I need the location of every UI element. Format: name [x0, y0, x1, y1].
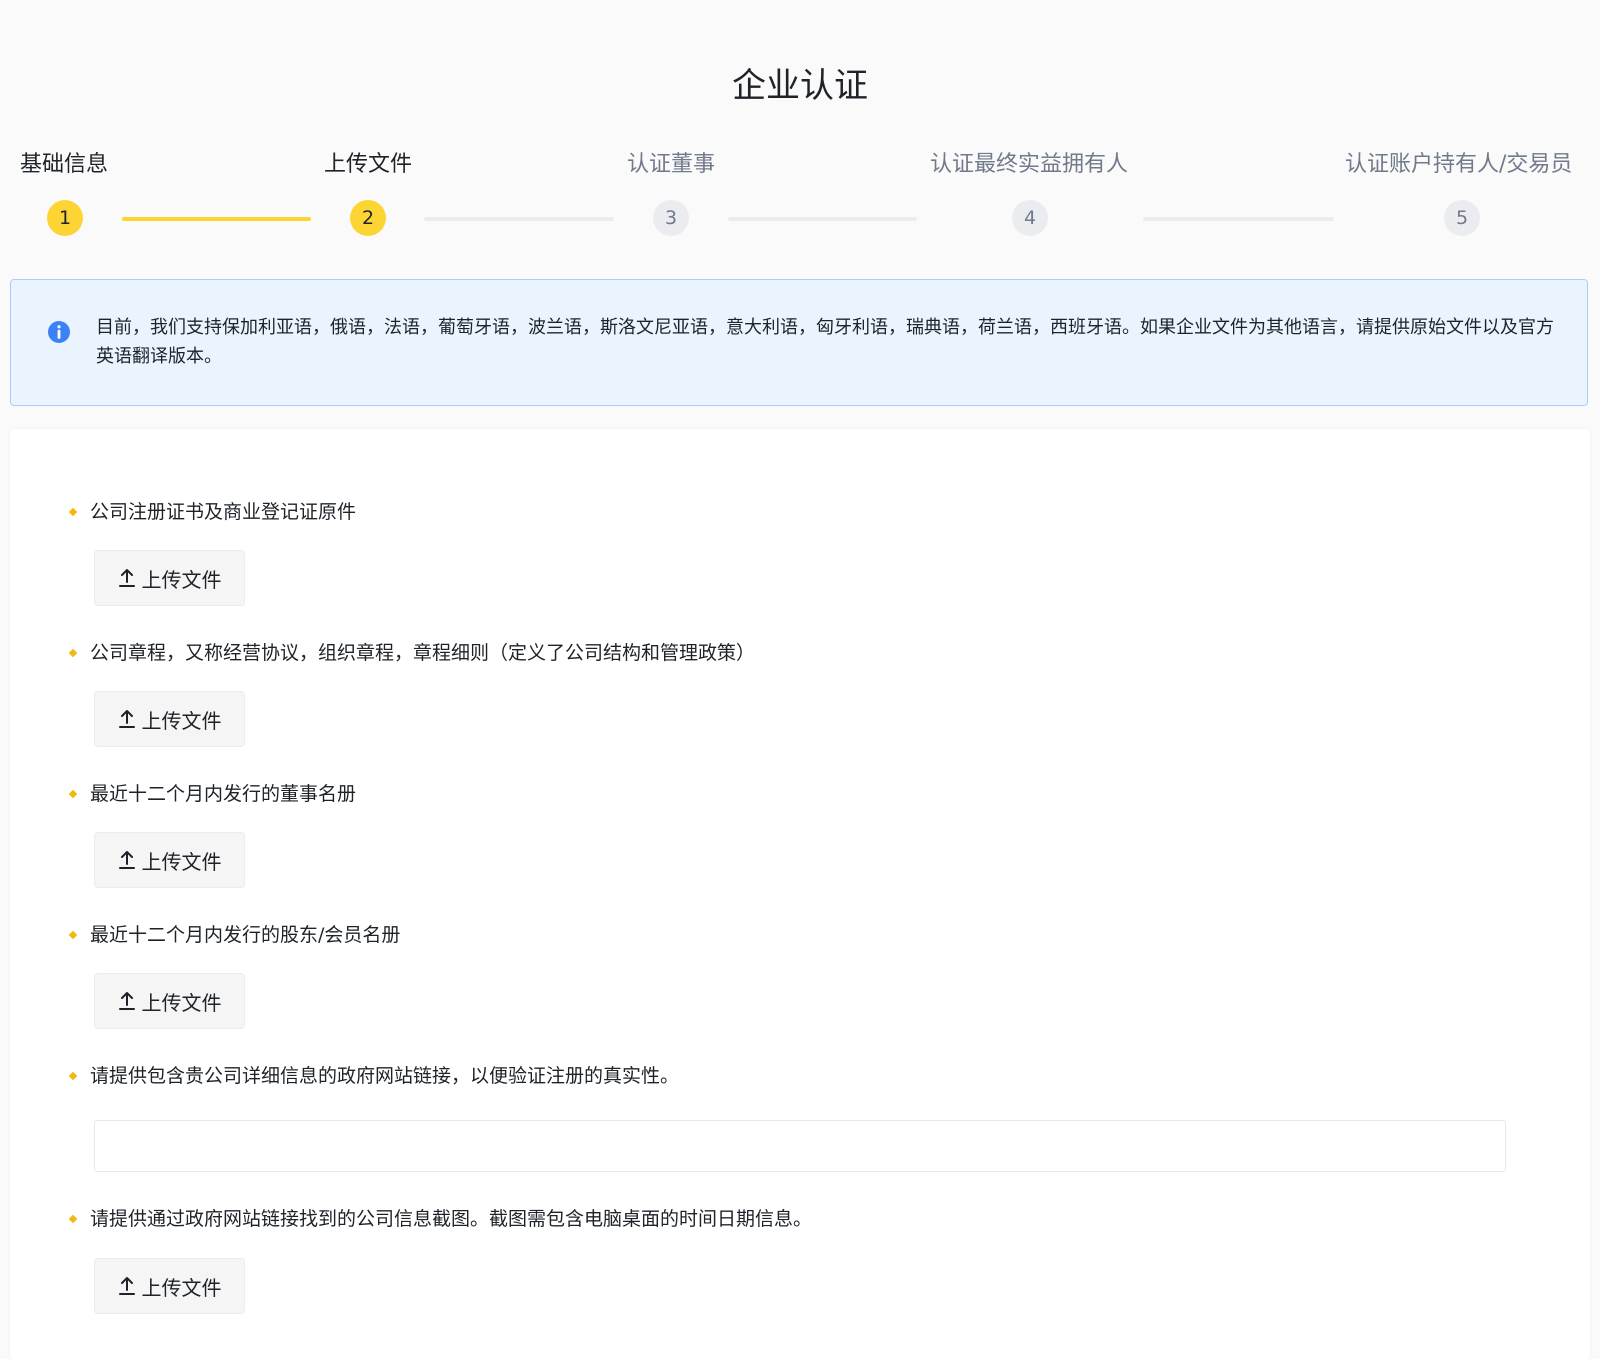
upload-icon [118, 851, 135, 869]
upload-icon [118, 710, 135, 728]
field-label-text: 请提供包含贵公司详细信息的政府网站链接，以便验证注册的真实性。 [90, 1065, 680, 1087]
upload-icon [118, 1277, 135, 1295]
step-label-upload-files[interactable]: 上传文件 [324, 146, 412, 178]
upload-button-articles-of-association[interactable]: 上传文件 [94, 691, 245, 747]
upload-icon [118, 569, 135, 587]
field-label-company-info-screenshot: 请提供通过政府网站链接找到的公司信息截图。截图需包含电脑桌面的时间日期信息。 [68, 1204, 813, 1231]
field-label-text: 公司注册证书及商业登记证原件 [90, 501, 357, 523]
upload-button-label: 上传文件 [141, 708, 222, 733]
step-label-directors: 认证董事 [627, 152, 716, 177]
required-marker [68, 789, 78, 799]
step-circle-5: 5 [1444, 200, 1480, 236]
upload-button-register-of-members[interactable]: 上传文件 [94, 973, 245, 1029]
field-label-register-of-members: 最近十二个月内发行的股东/会员名册 [68, 920, 401, 947]
upload-icon [118, 992, 135, 1010]
info-icon [48, 321, 70, 343]
step-label-basic-info[interactable]: 基础信息 [20, 146, 108, 178]
field-label-text: 最近十二个月内发行的董事名册 [90, 783, 357, 805]
step-connector-2 [424, 217, 614, 221]
field-label-text: 请提供通过政府网站链接找到的公司信息截图。截图需包含电脑桌面的时间日期信息。 [90, 1208, 813, 1230]
notice-text: 目前，我们支持保加利亚语，俄语，法语，葡萄牙语，波兰语，斯洛文尼亚语，意大利语，… [96, 317, 1554, 367]
stepper: 基础信息 上传文件 认证董事 认证最终实益拥有人 认证账户持有人/交易员 1 2… [0, 140, 1600, 250]
step-circle-2[interactable]: 2 [350, 200, 386, 236]
field-label-register-of-directors: 最近十二个月内发行的董事名册 [68, 779, 357, 806]
upload-form: 公司注册证书及商业登记证原件 上传文件 公司章程，又称经营协议，组织章程，章程细… [10, 429, 1590, 1359]
field-label-government-website-link: 请提供包含贵公司详细信息的政府网站链接，以便验证注册的真实性。 [68, 1061, 680, 1088]
upload-button-company-info-screenshot[interactable]: 上传文件 [94, 1258, 245, 1314]
field-label-text: 最近十二个月内发行的股东/会员名册 [90, 924, 401, 946]
step-label-account-holder: 认证账户持有人/交易员 [1345, 152, 1573, 177]
field-label-articles-of-association: 公司章程，又称经营协议，组织章程，章程细则（定义了公司结构和管理政策） [68, 638, 756, 665]
upload-button-label: 上传文件 [141, 567, 222, 592]
field-label-registration-certificate: 公司注册证书及商业登记证原件 [68, 497, 357, 524]
page-title: 企业认证 [732, 66, 868, 106]
step-connector-3 [728, 217, 917, 221]
step-label-ubo: 认证最终实益拥有人 [930, 152, 1129, 177]
government-website-link-input[interactable] [94, 1120, 1506, 1172]
upload-button-register-of-directors[interactable]: 上传文件 [94, 832, 245, 888]
required-marker [68, 1214, 78, 1224]
step-connector-1 [122, 217, 311, 221]
upload-button-registration-certificate[interactable]: 上传文件 [94, 550, 245, 606]
required-marker [68, 507, 78, 517]
upload-button-label: 上传文件 [141, 1275, 222, 1300]
upload-button-label: 上传文件 [141, 849, 222, 874]
step-connector-4 [1143, 217, 1334, 221]
step-circle-3: 3 [653, 200, 689, 236]
required-marker [68, 1071, 78, 1081]
step-circle-4: 4 [1012, 200, 1048, 236]
step-circle-1[interactable]: 1 [47, 200, 83, 236]
field-label-text: 公司章程，又称经营协议，组织章程，章程细则（定义了公司结构和管理政策） [90, 642, 756, 664]
required-marker [68, 648, 78, 658]
required-marker [68, 930, 78, 940]
upload-button-label: 上传文件 [141, 990, 222, 1015]
language-notice: 目前，我们支持保加利亚语，俄语，法语，葡萄牙语，波兰语，斯洛文尼亚语，意大利语，… [10, 279, 1588, 406]
